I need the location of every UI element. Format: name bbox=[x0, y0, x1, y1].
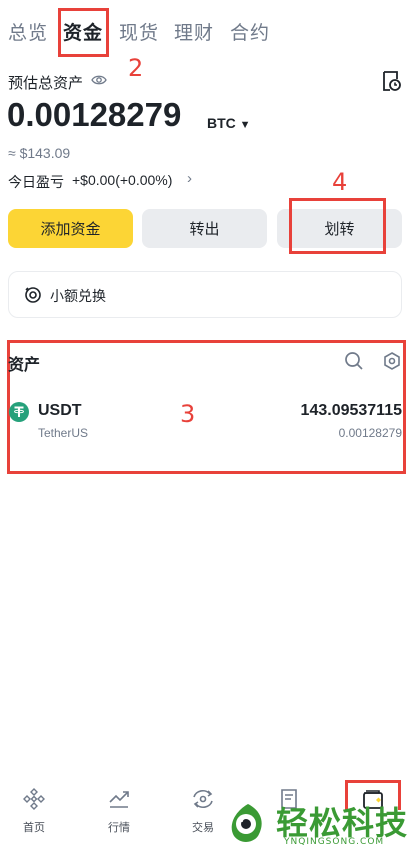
nav-markets-label: 行情 bbox=[108, 821, 130, 834]
history-icon[interactable] bbox=[381, 70, 401, 97]
settings-hexagon-icon[interactable] bbox=[382, 351, 402, 376]
currency-selector[interactable]: BTC ▼ bbox=[207, 115, 251, 131]
small-exchange-card[interactable]: 小额兑换 bbox=[8, 271, 402, 318]
annotation-number-2: 2 bbox=[128, 54, 144, 82]
trade-icon bbox=[193, 789, 213, 809]
asset-row-usdt[interactable]: USDT TetherUS 143.09537115 0.00128279 bbox=[8, 396, 402, 446]
add-funds-button[interactable]: 添加资金 bbox=[8, 209, 133, 248]
annotation-number-4: 4 bbox=[332, 168, 348, 196]
tab-spot[interactable]: 现货 bbox=[119, 18, 159, 45]
asset-btc-value: 0.00128279 bbox=[338, 426, 402, 440]
today-pnl-value[interactable]: +$0.00(+0.00%) bbox=[72, 172, 172, 188]
tab-earn[interactable]: 理财 bbox=[174, 18, 214, 45]
watermark-logo bbox=[231, 804, 262, 842]
site-watermark: 轻松科技 YNQINGSONG.COM bbox=[224, 798, 411, 849]
eye-icon[interactable] bbox=[91, 72, 107, 93]
asset-amount: 143.09537115 bbox=[300, 402, 402, 419]
home-icon bbox=[23, 788, 45, 810]
search-icon[interactable] bbox=[344, 351, 364, 376]
caret-down-icon: ▼ bbox=[239, 119, 251, 131]
today-pnl-label: 今日盈亏 bbox=[8, 175, 64, 191]
exchange-icon bbox=[24, 286, 42, 309]
watermark-subtext: YNQINGSONG.COM bbox=[284, 837, 385, 847]
nav-markets[interactable]: 行情 bbox=[89, 788, 149, 835]
annotation-box-2 bbox=[58, 8, 109, 57]
annotation-box-4 bbox=[289, 198, 386, 254]
annotation-number-3: 3 bbox=[180, 400, 196, 428]
asset-symbol: USDT bbox=[38, 402, 82, 419]
estimated-total-assets-label: 预估总资产 bbox=[8, 74, 84, 92]
withdraw-button[interactable]: 转出 bbox=[142, 209, 267, 248]
tab-overview[interactable]: 总览 bbox=[8, 18, 48, 45]
nav-home-label: 首页 bbox=[23, 821, 45, 834]
total-balance: 0.00128279 bbox=[7, 96, 182, 133]
assets-title: 资产 bbox=[8, 355, 41, 374]
tether-icon bbox=[8, 401, 30, 428]
currency-label: BTC bbox=[207, 115, 236, 131]
chevron-right-icon[interactable]: › bbox=[187, 170, 192, 187]
markets-icon bbox=[109, 791, 129, 808]
nav-home[interactable]: 首页 bbox=[4, 788, 64, 835]
fiat-value: ≈ $143.09 bbox=[8, 145, 71, 161]
small-exchange-label: 小额兑换 bbox=[50, 289, 106, 305]
asset-name: TetherUS bbox=[38, 426, 89, 440]
tab-futures[interactable]: 合约 bbox=[230, 18, 270, 45]
